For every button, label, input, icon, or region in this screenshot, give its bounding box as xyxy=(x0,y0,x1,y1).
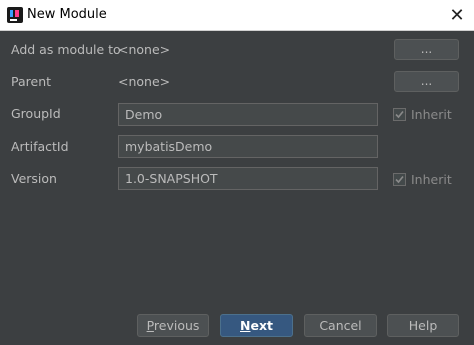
add-as-module-label: Add as module to xyxy=(11,42,121,57)
group-id-input[interactable]: Demo xyxy=(118,103,378,126)
window-title: New Module xyxy=(27,7,107,22)
previous-mnemonic: P xyxy=(146,318,154,333)
group-id-inherit-checkbox[interactable] xyxy=(393,108,406,121)
previous-label: revious xyxy=(153,318,200,333)
previous-button[interactable]: Previous xyxy=(137,314,209,337)
help-button[interactable]: Help xyxy=(387,314,459,337)
intellij-idea-icon xyxy=(7,7,23,23)
checkmark-icon xyxy=(395,175,404,184)
version-label: Version xyxy=(11,171,57,186)
parent-browse-button[interactable]: ... xyxy=(394,71,459,92)
next-mnemonic: N xyxy=(240,318,251,333)
next-label: ext xyxy=(250,318,273,333)
close-icon[interactable]: ✕ xyxy=(447,6,467,26)
artifact-id-input[interactable]: mybatisDemo xyxy=(118,135,378,158)
parent-value: <none> xyxy=(118,74,171,89)
title-bar: New Module ✕ xyxy=(0,0,474,31)
cancel-button[interactable]: Cancel xyxy=(304,314,377,337)
version-inherit-label: Inherit xyxy=(411,172,452,187)
version-inherit-checkbox[interactable] xyxy=(393,173,406,186)
version-input[interactable]: 1.0-SNAPSHOT xyxy=(118,167,378,190)
group-id-inherit-label: Inherit xyxy=(411,107,452,122)
artifact-id-label: ArtifactId xyxy=(11,139,69,154)
parent-label: Parent xyxy=(11,74,52,89)
add-as-module-value: <none> xyxy=(118,42,171,57)
next-button[interactable]: Next xyxy=(220,314,293,337)
add-as-module-browse-button[interactable]: ... xyxy=(394,39,459,60)
group-id-label: GroupId xyxy=(11,106,61,121)
checkmark-icon xyxy=(395,110,404,119)
